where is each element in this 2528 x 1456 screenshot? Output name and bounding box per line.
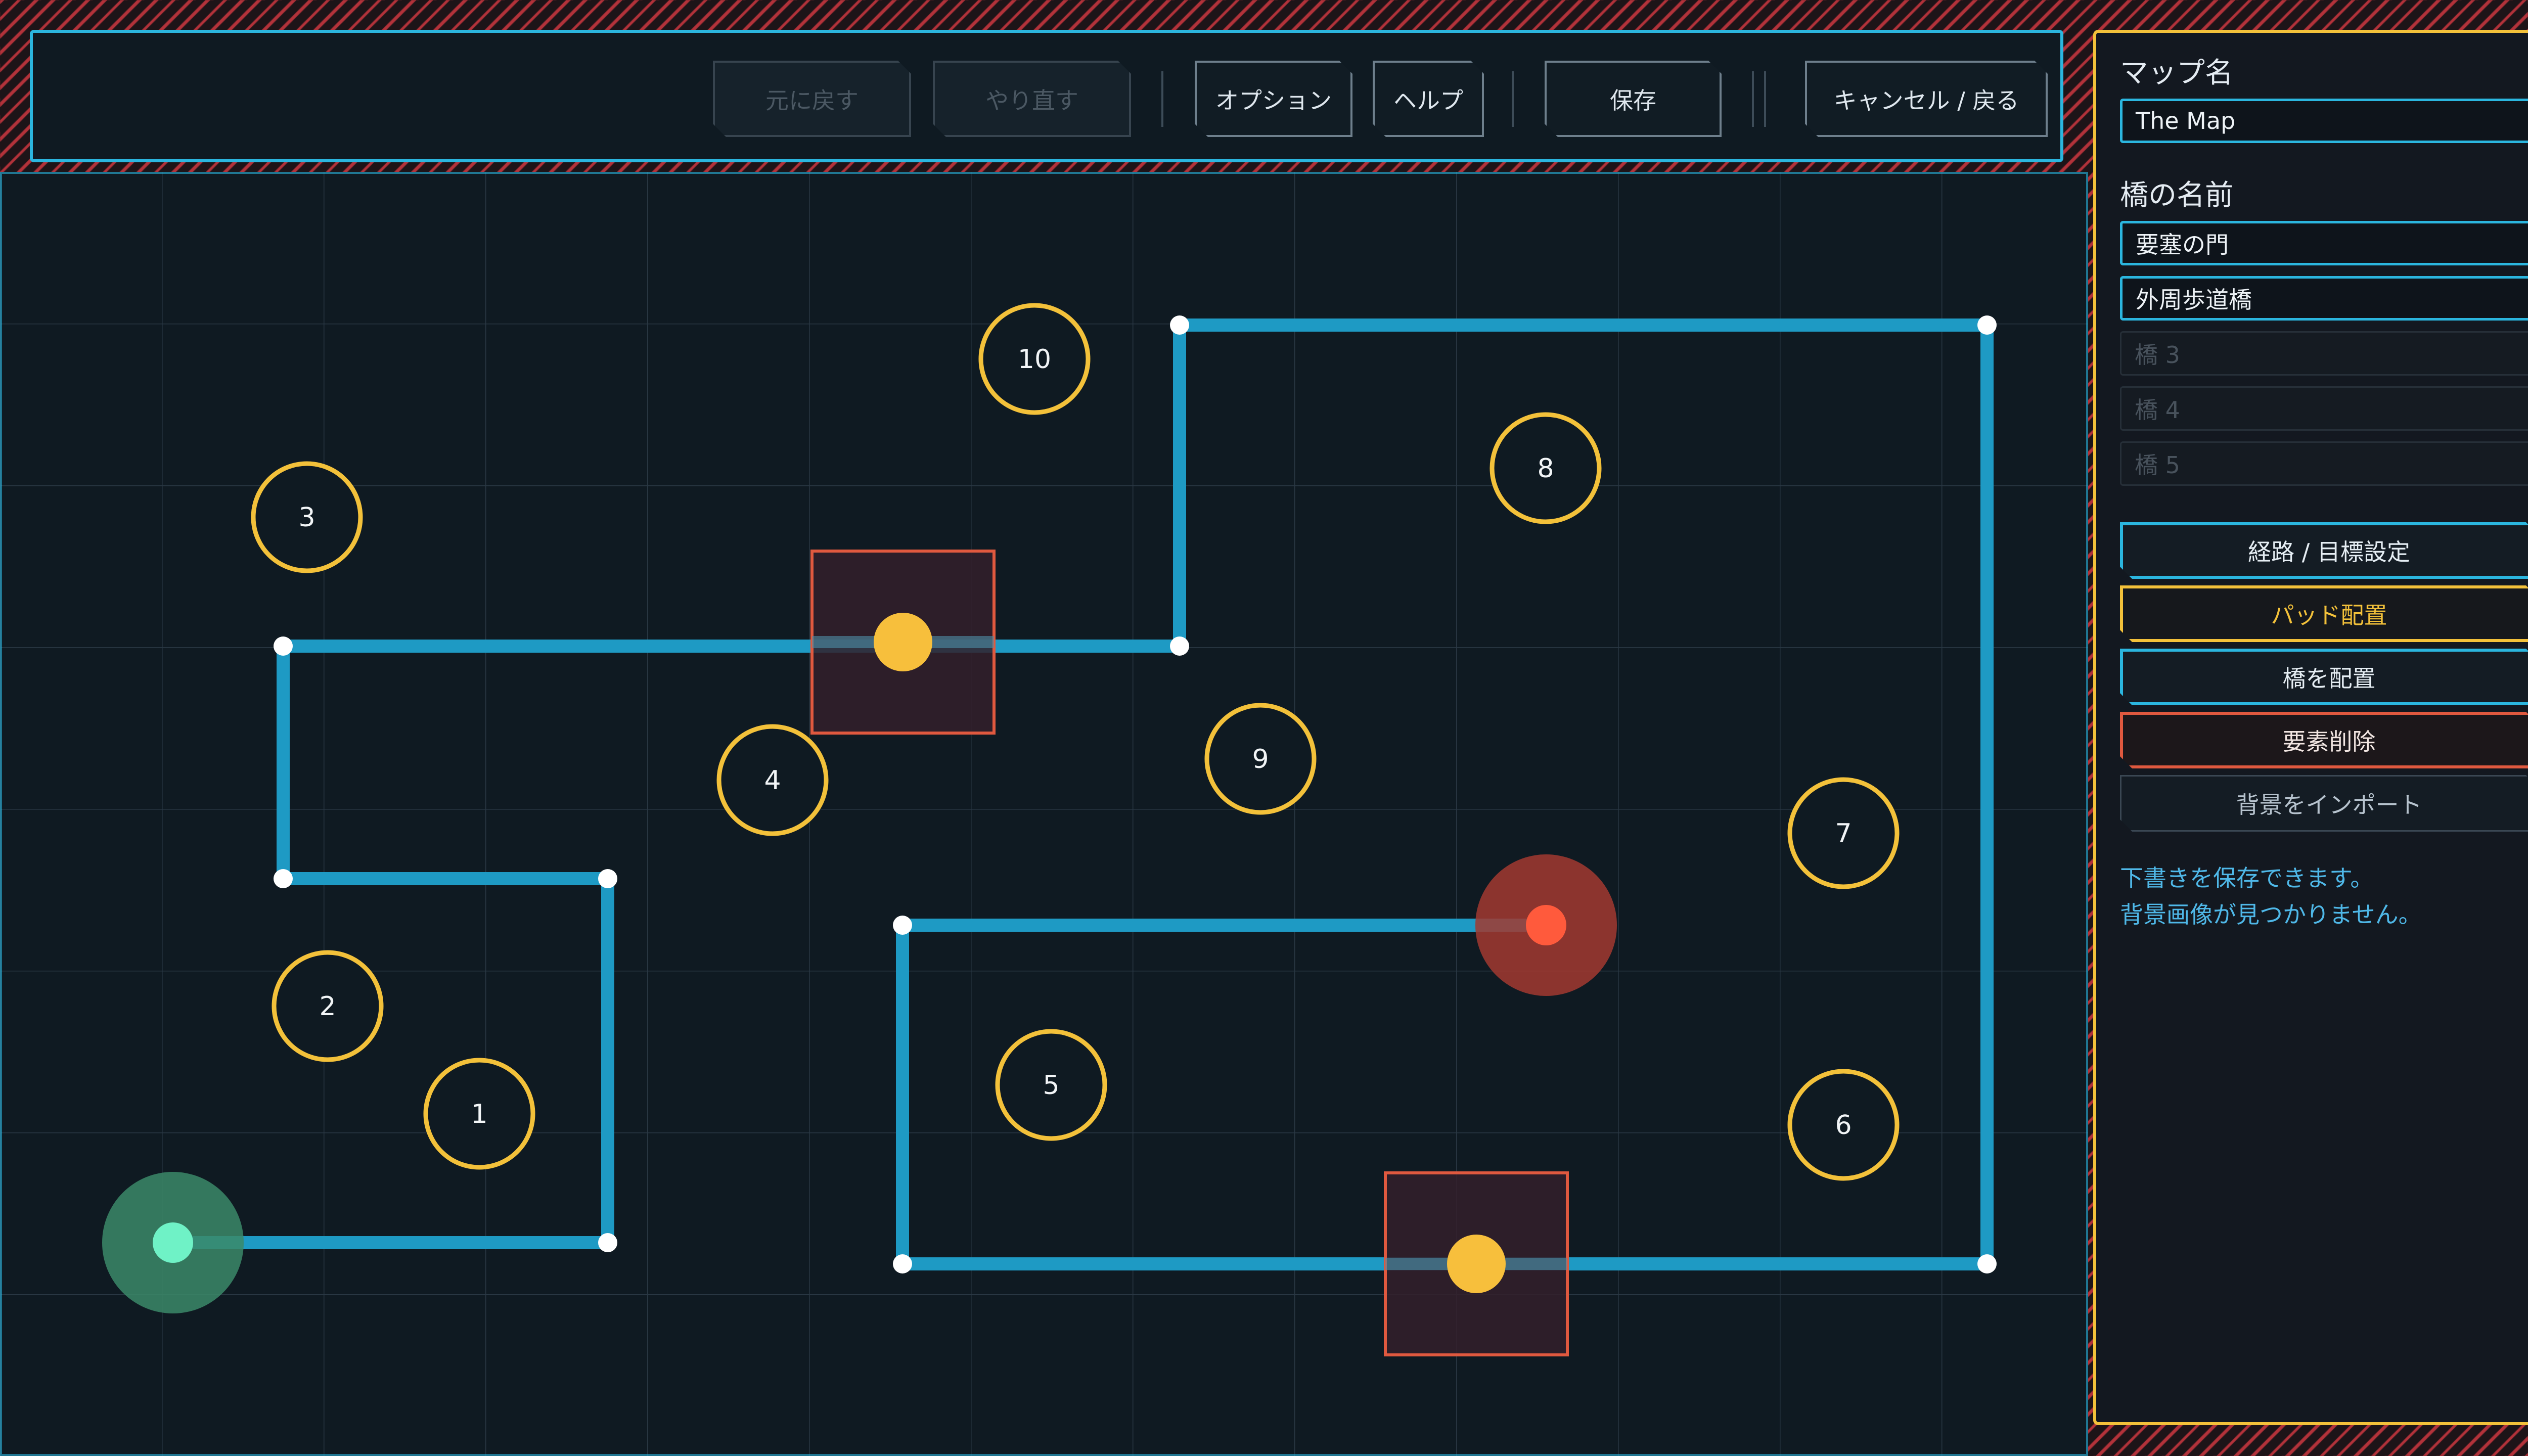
start-marker[interactable] (102, 1172, 244, 1313)
pad-label: 1 (471, 1099, 487, 1129)
toolbar-divider (1752, 71, 1754, 127)
toolbar-divider (1512, 71, 1514, 127)
map-name-field[interactable]: The Map (2120, 99, 2528, 143)
bridge-name-field-5[interactable]: 橋 5 (2120, 441, 2528, 486)
status-draft-saveable: 下書きを保存できます。 (2120, 864, 2374, 892)
place-pad-tool-button[interactable]: パッド配置 (2120, 585, 2528, 642)
pad-label: 9 (1252, 744, 1269, 775)
save-button[interactable]: 保存 (1545, 61, 1722, 137)
path-node[interactable] (893, 1254, 912, 1273)
bridge-name-field-4[interactable]: 橋 4 (2120, 386, 2528, 431)
toolbar-divider (1764, 71, 1766, 127)
top-toolbar: 元に戻す やり直す オプション ヘルプ 保存 キャンセル / 戻る (30, 30, 2063, 162)
delete-element-tool-button[interactable]: 要素削除 (2120, 712, 2528, 768)
pad-label: 2 (319, 991, 336, 1022)
pad-label: 3 (298, 503, 315, 533)
path-node[interactable] (1170, 315, 1189, 335)
bridge-names-heading: 橋の名前 (2120, 179, 2233, 212)
map-canvas[interactable]: 1 2 3 4 5 6 7 8 9 10 (0, 172, 2088, 1456)
pad-10[interactable]: 10 (978, 303, 1091, 415)
place-bridge-tool-button[interactable]: 橋を配置 (2120, 649, 2528, 705)
options-button[interactable]: オプション (1195, 61, 1352, 137)
pad-5[interactable]: 5 (995, 1029, 1107, 1141)
path-node[interactable] (598, 1233, 617, 1252)
map-svg[interactable]: 1 2 3 4 5 6 7 8 9 10 (0, 172, 2088, 1456)
path-node[interactable] (1977, 1254, 1997, 1273)
help-button[interactable]: ヘルプ (1373, 61, 1484, 137)
pad-label: 8 (1537, 453, 1554, 484)
path-node[interactable] (274, 869, 293, 888)
pad-1[interactable]: 1 (423, 1058, 535, 1170)
bridge-name-field-1[interactable]: 要塞の門 (2120, 221, 2528, 265)
path-node[interactable] (1977, 315, 1997, 335)
status-background-missing: 背景画像が見つかりません。 (2120, 901, 2422, 928)
pad-label: 10 (1018, 344, 1051, 375)
toolbar-divider (1161, 71, 1163, 127)
pad-2[interactable]: 2 (272, 950, 384, 1062)
path-node[interactable] (1170, 636, 1189, 656)
cancel-back-button[interactable]: キャンセル / 戻る (1805, 61, 2048, 137)
bridge-name-field-3[interactable]: 橋 3 (2120, 331, 2528, 376)
side-panel: マップ名 The Map 橋の名前 要塞の門 外周歩道橋 橋 3 橋 4 橋 5… (2093, 30, 2528, 1425)
bridge-marker[interactable] (1384, 1171, 1569, 1356)
bridge-anchor[interactable] (874, 613, 932, 671)
import-background-button[interactable]: 背景をインポート (2120, 775, 2528, 832)
pad-label: 6 (1835, 1110, 1852, 1141)
route-goal-tool-button[interactable]: 経路 / 目標設定 (2120, 522, 2528, 579)
pad-6[interactable]: 6 (1787, 1069, 1900, 1181)
path-node[interactable] (274, 636, 293, 656)
map-name-heading: マップ名 (2120, 57, 2233, 89)
undo-button[interactable]: 元に戻す (713, 61, 911, 137)
goal-marker[interactable] (1475, 854, 1617, 996)
pad-label: 5 (1043, 1070, 1059, 1101)
pad-7[interactable]: 7 (1787, 777, 1900, 889)
bridge-marker[interactable] (810, 550, 996, 735)
pad-3[interactable]: 3 (251, 461, 363, 573)
pad-label: 4 (764, 765, 781, 796)
pad-label: 7 (1835, 818, 1852, 849)
path-node[interactable] (598, 869, 617, 888)
pad-9[interactable]: 9 (1204, 703, 1317, 815)
pad-8[interactable]: 8 (1489, 412, 1602, 524)
pad-4[interactable]: 4 (716, 724, 829, 836)
redo-button[interactable]: やり直す (933, 61, 1131, 137)
path-node[interactable] (893, 916, 912, 935)
bridge-name-field-2[interactable]: 外周歩道橋 (2120, 276, 2528, 321)
bridge-anchor[interactable] (1447, 1235, 1506, 1293)
